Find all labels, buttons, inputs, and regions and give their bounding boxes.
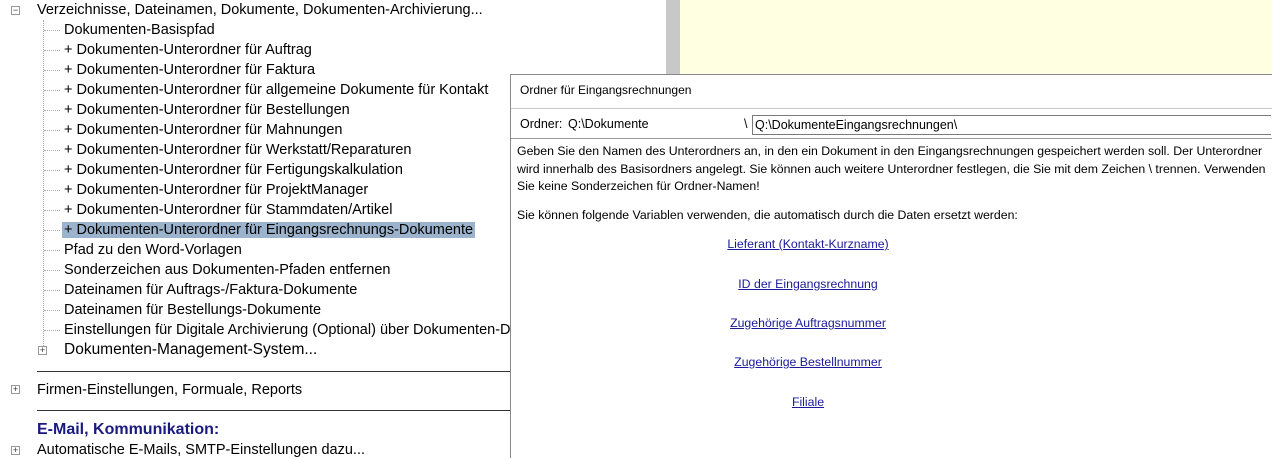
tree-item[interactable]: Einstellungen für Digitale Archivierung … [64, 320, 511, 340]
variable-link-filiale[interactable]: Filiale [792, 395, 824, 409]
dialog-title: Ordner für Eingangsrechnungen [520, 83, 692, 97]
tree-connector [44, 230, 60, 231]
tree-connector [44, 190, 60, 191]
tree-item-label: + Dokumenten-Unterordner für Faktura [64, 62, 316, 78]
tree-connector [44, 110, 60, 111]
tree-item[interactable]: + Dokumenten-Unterordner für ProjektMana… [64, 180, 368, 200]
tree-connector [44, 310, 60, 311]
tree-item[interactable]: + Dokumenten-Unterordner für Stammdaten/… [64, 200, 392, 220]
tree-item-label: + Dokumenten-Unterordner für allgemeine … [64, 82, 489, 98]
tree-node-firmen[interactable]: Firmen-Einstellungen, Formuale, Reports [37, 380, 302, 400]
tree-item-label: Pfad zu den Word-Vorlagen [64, 242, 242, 258]
tree-item[interactable]: + Dokumenten-Unterordner für Werkstatt/R… [64, 140, 412, 160]
tree-node-verzeichnisse[interactable]: Verzeichnisse, Dateinamen, Dokumente, Do… [37, 0, 483, 20]
collapse-icon[interactable]: − [11, 6, 20, 15]
tree-connector [44, 170, 60, 171]
tree-item-label: Sonderzeichen aus Dokumenten-Pfaden entf… [64, 262, 391, 278]
tree-item-label: + Dokumenten-Unterordner für Stammdaten/… [64, 202, 393, 218]
tree-connector [44, 290, 60, 291]
tree-item-label: + Dokumenten-Unterordner für ProjektMana… [64, 182, 369, 198]
variable-link-id[interactable]: ID der Eingangsrechnung [738, 277, 877, 291]
help-text: Geben Sie den Namen des Unterordners an,… [517, 144, 1266, 193]
tree-item[interactable]: Pfad zu den Word-Vorlagen [64, 240, 242, 260]
tree-item[interactable]: Dateinamen für Bestellungs-Dokumente [64, 300, 321, 320]
tree-connector [44, 30, 60, 31]
tree-item[interactable]: + Dokumenten-Unterordner für Fertigungsk… [64, 160, 403, 180]
expand-icon[interactable]: + [11, 446, 20, 455]
variable-link-lieferant[interactable]: Lieferant (Kontakt-Kurzname) [727, 237, 888, 251]
tree-item-label: + Dokumenten-Unterordner für Bestellunge… [64, 102, 350, 118]
tree-item-label: Dateinamen für Auftrags-/Faktura-Dokumen… [64, 282, 358, 298]
tree-node-label: Automatische E-Mails, SMTP-Einstellungen… [37, 442, 365, 457]
tree-connector [44, 210, 60, 211]
help-panel: Geben Sie den Namen des Unterordners an,… [511, 138, 1272, 459]
ordner-label: Ordner: [520, 117, 563, 131]
tree-item[interactable]: + Dokumenten-Unterordner für Bestellunge… [64, 100, 350, 120]
tree-item[interactable]: + Dokumenten-Unterordner für Auftrag [64, 40, 312, 60]
tree-item[interactable]: + Dokumenten-Unterordner für Faktura [64, 60, 315, 80]
tree-connector [44, 250, 60, 251]
tree-connector [44, 330, 60, 331]
tree-connector [44, 150, 60, 151]
tree-node-label: Firmen-Einstellungen, Formuale, Reports [37, 382, 303, 398]
tree-item-label: + Dokumenten-Unterordner für Fertigungsk… [64, 162, 403, 178]
variable-link-bestellnummer[interactable]: Zugehörige Bestellnummer [734, 355, 882, 369]
ordner-input[interactable] [752, 115, 1271, 135]
tree-item[interactable]: Sonderzeichen aus Dokumenten-Pfaden entf… [64, 260, 390, 280]
tree-item[interactable]: + Dokumenten-Unterordner für Eingangsrec… [62, 220, 476, 240]
tree-node-label: Dokumenten-Management-System... [64, 341, 318, 358]
expand-icon[interactable]: + [11, 385, 20, 394]
tree-item-label: + Dokumenten-Unterordner für Auftrag [64, 42, 312, 58]
ordner-base-path: Q:\Dokumente [568, 117, 649, 131]
tree-item[interactable]: + Dokumenten-Unterordner für allgemeine … [64, 80, 488, 100]
variable-link-auftragsnummer[interactable]: Zugehörige Auftragsnummer [730, 316, 886, 330]
tree-item-label: Dateinamen für Bestellungs-Dokumente [64, 302, 322, 318]
tree-item-label: Einstellungen für Digitale Archivierung … [64, 322, 511, 338]
tree-item[interactable]: Dateinamen für Auftrags-/Faktura-Dokumen… [64, 280, 357, 300]
divider [511, 108, 1272, 109]
tree-node-email[interactable]: Automatische E-Mails, SMTP-Einstellungen… [37, 440, 365, 457]
tree-item-label: Dokumenten-Basispfad [64, 22, 215, 38]
tree-item-label: + Dokumenten-Unterordner für Mahnungen [64, 122, 343, 138]
folder-dialog: Ordner für Eingangsrechnungen Ordner: Q:… [510, 74, 1272, 459]
tree-node-dms[interactable]: Dokumenten-Management-System... [64, 340, 317, 360]
tree-item-label: + Dokumenten-Unterordner für Eingangsrec… [62, 222, 476, 238]
tree-connector [44, 70, 60, 71]
tree-node-label: Verzeichnisse, Dateinamen, Dokumente, Do… [37, 2, 483, 18]
tree-connector [44, 270, 60, 271]
expand-icon[interactable]: + [38, 346, 47, 355]
tree-connector [44, 90, 60, 91]
path-separator: \ [744, 117, 748, 131]
tree-connector [44, 130, 60, 131]
tree-connector [44, 50, 60, 51]
variables-intro: Sie können folgende Variablen verwenden,… [517, 208, 1018, 222]
tree-item-label: + Dokumenten-Unterordner für Werkstatt/R… [64, 142, 412, 158]
tree-item[interactable]: + Dokumenten-Unterordner für Mahnungen [64, 120, 342, 140]
section-heading-email: E-Mail, Kommunikation: [37, 421, 220, 438]
tree-item[interactable]: Dokumenten-Basispfad [64, 20, 215, 40]
